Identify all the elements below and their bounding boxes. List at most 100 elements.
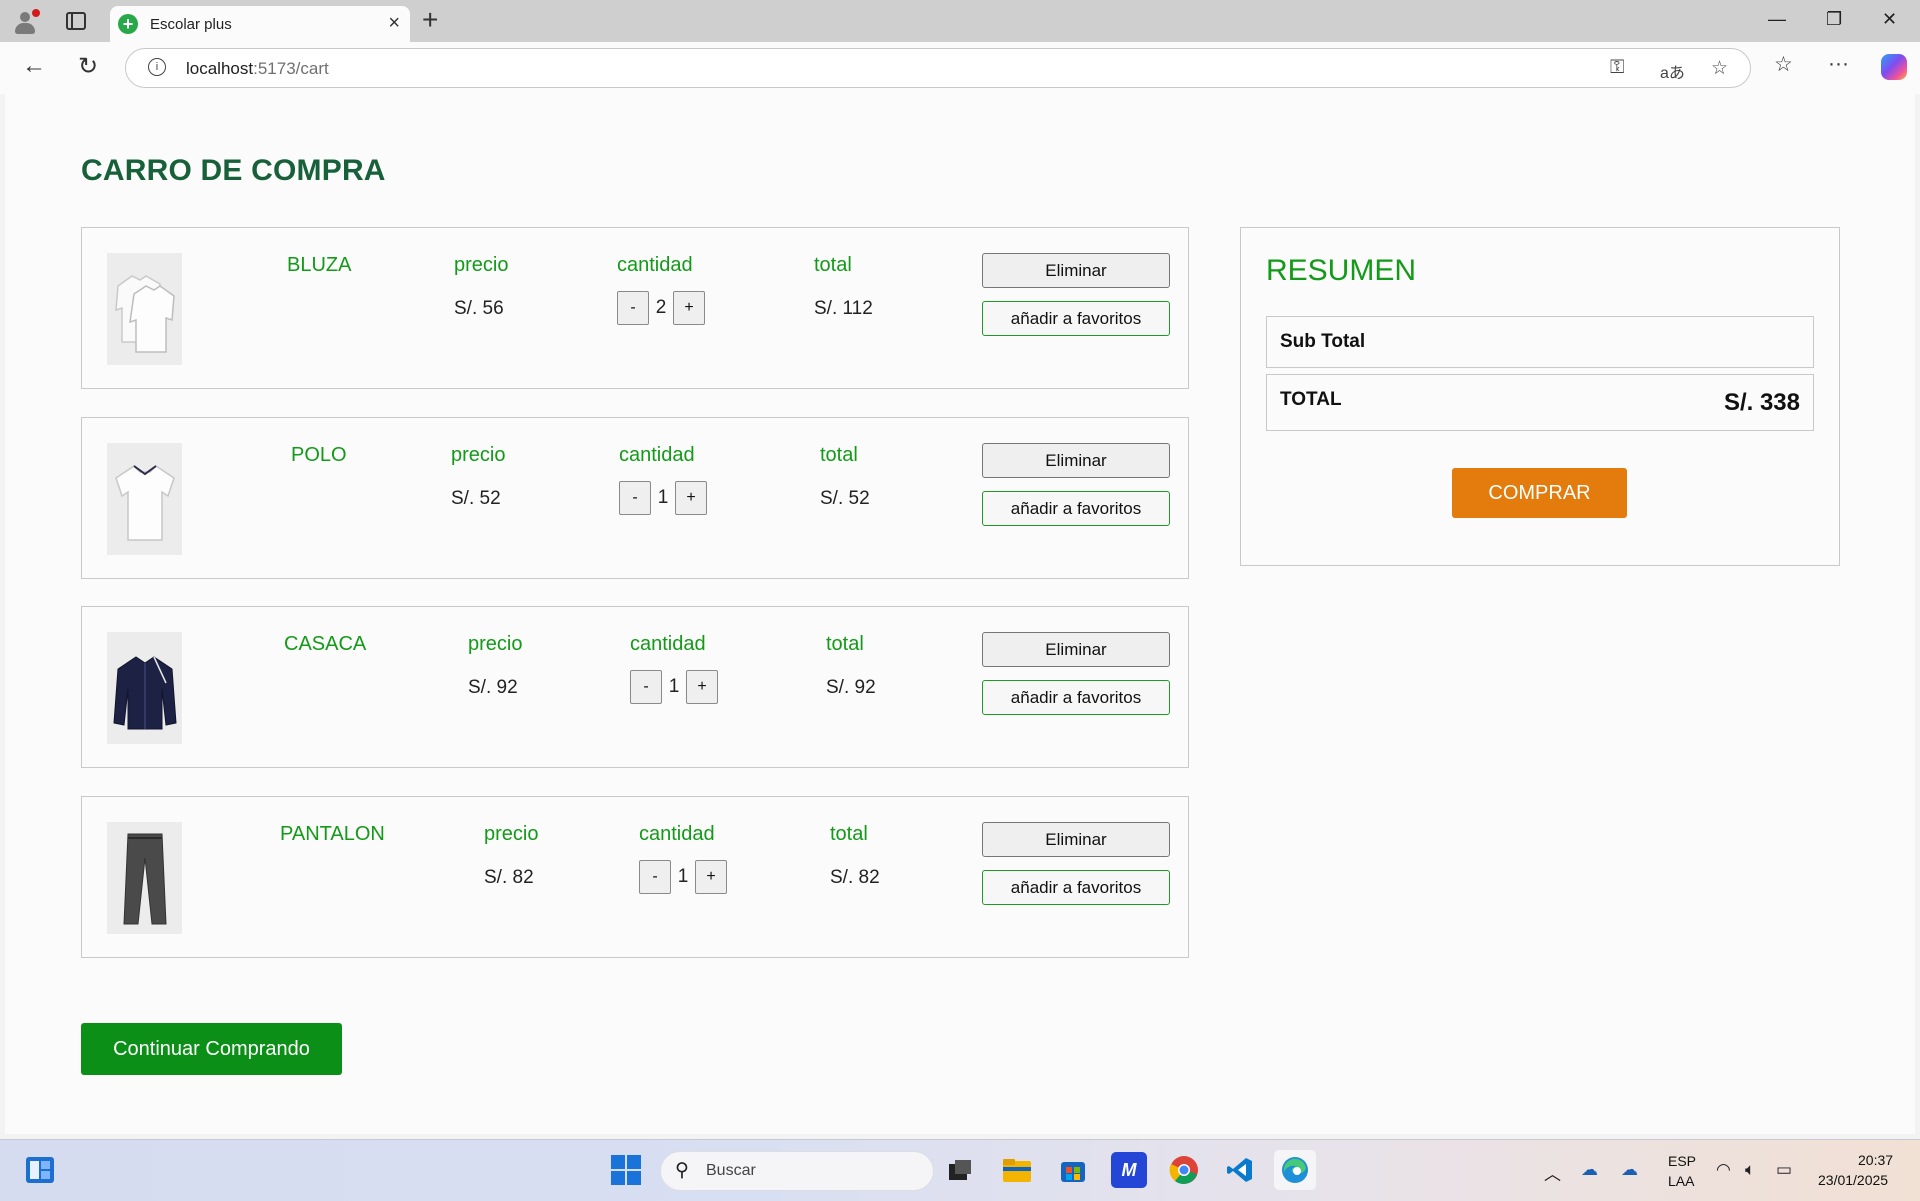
restore-icon[interactable]: ❐: [1826, 9, 1842, 30]
more-menu-icon[interactable]: ···: [1828, 52, 1849, 76]
remove-button[interactable]: Eliminar: [982, 822, 1170, 857]
increase-qty-button[interactable]: +: [675, 481, 707, 515]
taskbar-search[interactable]: ⚲ Buscar: [660, 1151, 934, 1191]
show-hidden-icons-icon[interactable]: ︿: [1544, 1160, 1561, 1185]
quantity-label: cantidad: [630, 633, 706, 655]
minimize-icon[interactable]: —: [1768, 9, 1786, 30]
remove-button[interactable]: Eliminar: [982, 632, 1170, 667]
product-name: CASACA: [284, 633, 367, 655]
start-button[interactable]: [611, 1155, 641, 1185]
tab-title: Escolar plus: [150, 16, 232, 33]
cart-item: BLUZA precio S/. 56 cantidad - 2 + total…: [81, 227, 1189, 389]
add-favorite-button[interactable]: añadir a favoritos: [982, 491, 1170, 526]
battery-icon[interactable]: ▭: [1776, 1160, 1792, 1180]
summary-title: RESUMEN: [1266, 254, 1417, 287]
price-label: precio: [468, 633, 523, 655]
quantity-label: cantidad: [619, 444, 695, 466]
vscode-icon[interactable]: [1222, 1152, 1258, 1188]
new-tab-button[interactable]: +: [422, 4, 438, 36]
price-value: S/. 92: [468, 677, 518, 698]
total-value: S/. 52: [820, 488, 870, 509]
add-favorite-button[interactable]: añadir a favoritos: [982, 680, 1170, 715]
language-code[interactable]: ESP: [1668, 1153, 1696, 1169]
favorites-list-icon[interactable]: ☆: [1774, 52, 1793, 77]
decrease-qty-button[interactable]: -: [617, 291, 649, 325]
add-favorite-button[interactable]: añadir a favoritos: [982, 870, 1170, 905]
quantity-value: 2: [655, 297, 667, 318]
address-url[interactable]: localhost:5173/cart: [186, 59, 329, 79]
browser-tab[interactable]: + Escolar plus ×: [110, 6, 410, 42]
onedrive-personal-icon[interactable]: ☁: [1621, 1160, 1638, 1180]
quantity-value: 1: [668, 676, 680, 697]
total-row: TOTAL S/. 338: [1266, 374, 1814, 431]
keyboard-layout[interactable]: LAA: [1668, 1173, 1694, 1189]
total-label: total: [830, 823, 868, 845]
grand-total-label: TOTAL: [1280, 389, 1342, 410]
address-bar[interactable]: i localhost:5173/cart ⚿ aあ ☆: [125, 48, 1751, 88]
edge-icon[interactable]: [1274, 1150, 1316, 1190]
back-icon[interactable]: ←: [22, 52, 46, 80]
microsoft-store-icon[interactable]: [1055, 1152, 1091, 1188]
subtotal-row: Sub Total: [1266, 316, 1814, 368]
site-info-icon[interactable]: i: [148, 58, 166, 76]
volume-icon[interactable]: 🔈︎: [1745, 1160, 1755, 1180]
page-title: CARRO DE COMPRA: [81, 154, 386, 187]
search-placeholder: Buscar: [706, 1162, 756, 1179]
quantity-stepper: - 2 +: [617, 290, 705, 326]
total-value: S/. 82: [830, 867, 880, 888]
task-view-icon[interactable]: [942, 1152, 978, 1188]
quantity-label: cantidad: [617, 254, 693, 276]
increase-qty-button[interactable]: +: [673, 291, 705, 325]
copilot-icon[interactable]: [1881, 54, 1907, 80]
clock-date[interactable]: 23/01/2025: [1818, 1172, 1888, 1188]
total-value: S/. 92: [826, 677, 876, 698]
quantity-value: 1: [677, 866, 689, 887]
total-value: S/. 112: [814, 298, 873, 319]
taskbar: ⚲ Buscar M ︿ ☁ ☁ ESP LAA ◠ 🔈︎ ▭ 20:37 23…: [0, 1139, 1920, 1201]
browser-toolbar: ← ↻ i localhost:5173/cart ⚿ aあ ☆: [0, 42, 1920, 94]
continue-shopping-button[interactable]: Continuar Comprando: [81, 1023, 342, 1075]
decrease-qty-button[interactable]: -: [630, 670, 662, 704]
total-label: total: [826, 633, 864, 655]
refresh-icon[interactable]: ↻: [78, 52, 98, 81]
widgets-icon[interactable]: [24, 1154, 56, 1186]
favorite-star-icon[interactable]: ☆: [1711, 57, 1728, 80]
price-label: precio: [451, 444, 506, 466]
wifi-icon[interactable]: ◠: [1716, 1160, 1731, 1180]
increase-qty-button[interactable]: +: [686, 670, 718, 704]
remove-button[interactable]: Eliminar: [982, 253, 1170, 288]
onedrive-icon[interactable]: ☁: [1581, 1160, 1598, 1180]
close-tab-icon[interactable]: ×: [388, 12, 400, 35]
file-explorer-icon[interactable]: [999, 1152, 1035, 1188]
clock-time[interactable]: 20:37: [1858, 1152, 1893, 1168]
remove-button[interactable]: Eliminar: [982, 443, 1170, 478]
total-label: total: [814, 254, 852, 276]
price-value: S/. 56: [454, 298, 504, 319]
increase-qty-button[interactable]: +: [695, 860, 727, 894]
password-key-icon[interactable]: ⚿: [1610, 57, 1624, 79]
chrome-icon[interactable]: [1166, 1152, 1202, 1188]
price-label: precio: [484, 823, 539, 845]
price-value: S/. 82: [484, 867, 534, 888]
order-summary: RESUMEN Sub Total TOTAL S/. 338 COMPRAR: [1240, 227, 1840, 566]
add-favorite-button[interactable]: añadir a favoritos: [982, 301, 1170, 336]
price-value: S/. 52: [451, 488, 501, 509]
translate-icon[interactable]: aあ: [1660, 59, 1685, 83]
markdown-editor-icon[interactable]: M: [1111, 1152, 1147, 1188]
quantity-stepper: - 1 +: [630, 669, 718, 705]
tab-actions-icon[interactable]: [66, 12, 86, 30]
profile-avatar-icon[interactable]: [12, 9, 40, 35]
buy-button[interactable]: COMPRAR: [1452, 468, 1627, 518]
decrease-qty-button[interactable]: -: [639, 860, 671, 894]
quantity-label: cantidad: [639, 823, 715, 845]
close-window-icon[interactable]: ✕: [1882, 9, 1897, 30]
site-favicon-icon: +: [118, 14, 138, 34]
decrease-qty-button[interactable]: -: [619, 481, 651, 515]
product-name: BLUZA: [287, 254, 352, 276]
price-label: precio: [454, 254, 509, 276]
product-name: POLO: [291, 444, 347, 466]
browser-tab-bar: + Escolar plus × + — ❐ ✕: [0, 0, 1920, 42]
cart-item: POLO precio S/. 52 cantidad - 1 + total …: [81, 417, 1189, 579]
product-name: PANTALON: [280, 823, 385, 845]
jacket-icon: [107, 632, 182, 744]
